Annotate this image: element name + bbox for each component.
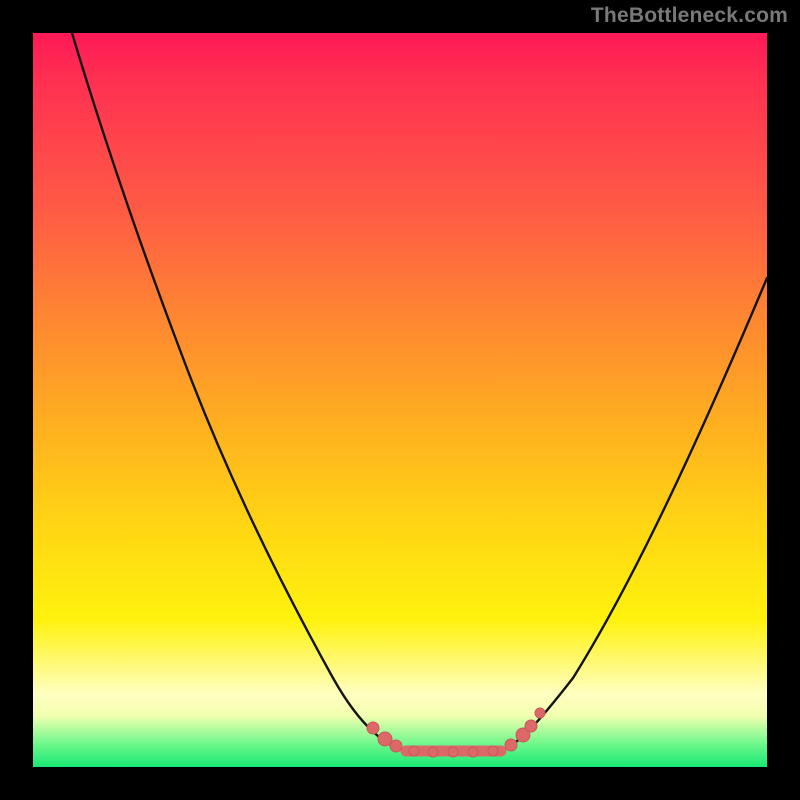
- marker-dot: [428, 747, 438, 757]
- marker-dot: [468, 747, 478, 757]
- watermark-text: TheBottleneck.com: [591, 4, 788, 28]
- marker-dot: [367, 722, 379, 734]
- marker-dot: [535, 708, 545, 718]
- curve-right-branch: [500, 278, 767, 751]
- marker-dot: [390, 740, 402, 752]
- valley-markers: [367, 708, 545, 757]
- chart-svg: [33, 33, 767, 767]
- marker-dot: [488, 746, 498, 756]
- marker-dot: [525, 720, 537, 732]
- curve-left-branch: [72, 33, 408, 751]
- marker-dot: [448, 747, 458, 757]
- outer-frame: TheBottleneck.com: [0, 0, 800, 800]
- marker-dot: [505, 739, 517, 751]
- marker-dot: [409, 746, 419, 756]
